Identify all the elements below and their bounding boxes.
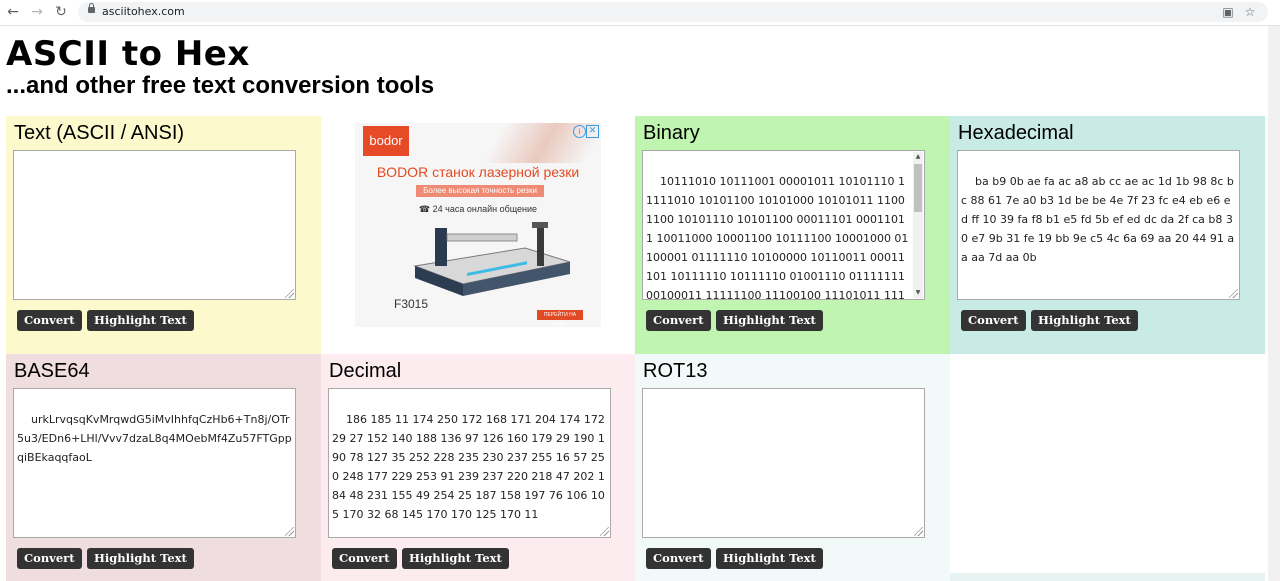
binary-highlight-button[interactable]: Highlight Text	[716, 310, 823, 331]
base64-value: urkLrvqsqKvMrqwdG5iMvIhhfqCzHb6+Tn8j/OTr…	[17, 413, 292, 464]
hex-highlight-button[interactable]: Highlight Text	[1031, 310, 1138, 331]
resize-grip-icon[interactable]	[285, 289, 294, 298]
decimal-convert-button[interactable]: Convert	[332, 548, 397, 569]
resize-grip-icon[interactable]	[914, 527, 923, 536]
ascii-panel: Text (ASCII / ANSI) Convert Highlight Te…	[6, 116, 321, 354]
decimal-highlight-button[interactable]: Highlight Text	[402, 548, 509, 569]
rot13-panel: ROT13 Convert Highlight Text	[635, 354, 950, 581]
binary-value: 10111010 10111001 00001011 10101110 1111…	[646, 175, 909, 300]
ad-brand-logo: bodor	[363, 126, 409, 156]
binary-panel: Binary 10111010 10111001 00001011 101011…	[635, 116, 950, 354]
base64-textarea[interactable]: urkLrvqsqKvMrqwdG5iMvIhhfqCzHb6+Tn8j/OTr…	[13, 388, 296, 538]
chat-icon: ☎	[418, 204, 433, 214]
ascii-highlight-button[interactable]: Highlight Text	[87, 310, 194, 331]
hex-convert-button[interactable]: Convert	[961, 310, 1026, 331]
rot13-textarea[interactable]	[642, 388, 925, 538]
scroll-down-icon[interactable]: ▼	[913, 288, 923, 298]
next-panel-edge	[950, 573, 1265, 581]
panel-title-base64: BASE64	[14, 360, 90, 382]
panel-title-rot13: ROT13	[643, 360, 708, 382]
scroll-up-icon[interactable]: ▲	[913, 152, 923, 162]
ascii-textarea[interactable]	[13, 150, 296, 300]
star-icon[interactable]: ☆	[1242, 4, 1258, 20]
browser-toolbar: ← → ↻ asciitohex.com ▣ ☆	[0, 0, 1280, 26]
ad-service-text: ☎ 24 часа онлайн общение	[355, 204, 601, 215]
ad-service-label: 24 часа онлайн общение	[432, 204, 538, 214]
ad-tagline: Более высокая точность резки	[416, 185, 544, 197]
reload-icon[interactable]: ↻	[52, 3, 70, 21]
translate-icon[interactable]: ▣	[1220, 4, 1236, 20]
site-title: ASCII to Hex	[6, 34, 250, 74]
ad-headline: BODOR станок лазерной резки	[376, 164, 580, 180]
rot13-highlight-button[interactable]: Highlight Text	[716, 548, 823, 569]
back-arrow-icon[interactable]: ←	[4, 3, 22, 21]
decimal-textarea[interactable]: 186 185 11 174 250 172 168 171 204 174 1…	[328, 388, 611, 538]
url-text: asciitohex.com	[102, 5, 185, 18]
hex-textarea[interactable]: ba b9 0b ae fa ac a8 ab cc ae ac 1d 1b 9…	[957, 150, 1240, 300]
rot13-convert-button[interactable]: Convert	[646, 548, 711, 569]
panel-title-binary: Binary	[643, 122, 700, 144]
forward-arrow-icon[interactable]: →	[28, 3, 46, 21]
advertisement[interactable]: bodor i ✕ BODOR станок лазерной резки Бо…	[355, 123, 601, 327]
site-subtitle: ...and other free text conversion tools	[6, 72, 435, 99]
ad-model-label: F3015	[394, 297, 429, 311]
panel-title-decimal: Decimal	[329, 360, 402, 382]
decimal-value: 186 185 11 174 250 172 168 171 204 174 1…	[332, 413, 609, 521]
page-scrollbar[interactable]	[1268, 26, 1280, 581]
textarea-scrollbar[interactable]: ▲ ▼	[913, 152, 923, 298]
ad-cta-button[interactable]: ПЕРЕЙТИ НА САЙТ	[537, 310, 583, 327]
ad-info-icon[interactable]: i	[573, 125, 586, 138]
hex-value: ba b9 0b ae fa ac a8 ab cc ae ac 1d 1b 9…	[961, 175, 1235, 264]
resize-grip-icon[interactable]	[1229, 289, 1238, 298]
ad-close-icon[interactable]: ✕	[586, 125, 599, 138]
panel-title-hex: Hexadecimal	[958, 122, 1074, 144]
lock-icon	[88, 3, 95, 13]
binary-convert-button[interactable]: Convert	[646, 310, 711, 331]
decimal-panel: Decimal 186 185 11 174 250 172 168 171 2…	[321, 354, 635, 581]
base64-highlight-button[interactable]: Highlight Text	[87, 548, 194, 569]
address-bar[interactable]: asciitohex.com ▣ ☆	[78, 2, 1268, 22]
base64-convert-button[interactable]: Convert	[17, 548, 82, 569]
panel-title-ascii: Text (ASCII / ANSI)	[14, 122, 185, 144]
base64-panel: BASE64 urkLrvqsqKvMrqwdG5iMvIhhfqCzHb6+T…	[6, 354, 321, 581]
ascii-convert-button[interactable]: Convert	[17, 310, 82, 331]
binary-textarea[interactable]: 10111010 10111001 00001011 10101110 1111…	[642, 150, 925, 300]
resize-grip-icon[interactable]	[285, 527, 294, 536]
resize-grip-icon[interactable]	[600, 527, 609, 536]
hex-panel: Hexadecimal ba b9 0b ae fa ac a8 ab cc a…	[950, 116, 1265, 354]
scroll-thumb[interactable]	[914, 164, 922, 212]
laser-machine-image	[413, 222, 571, 296]
